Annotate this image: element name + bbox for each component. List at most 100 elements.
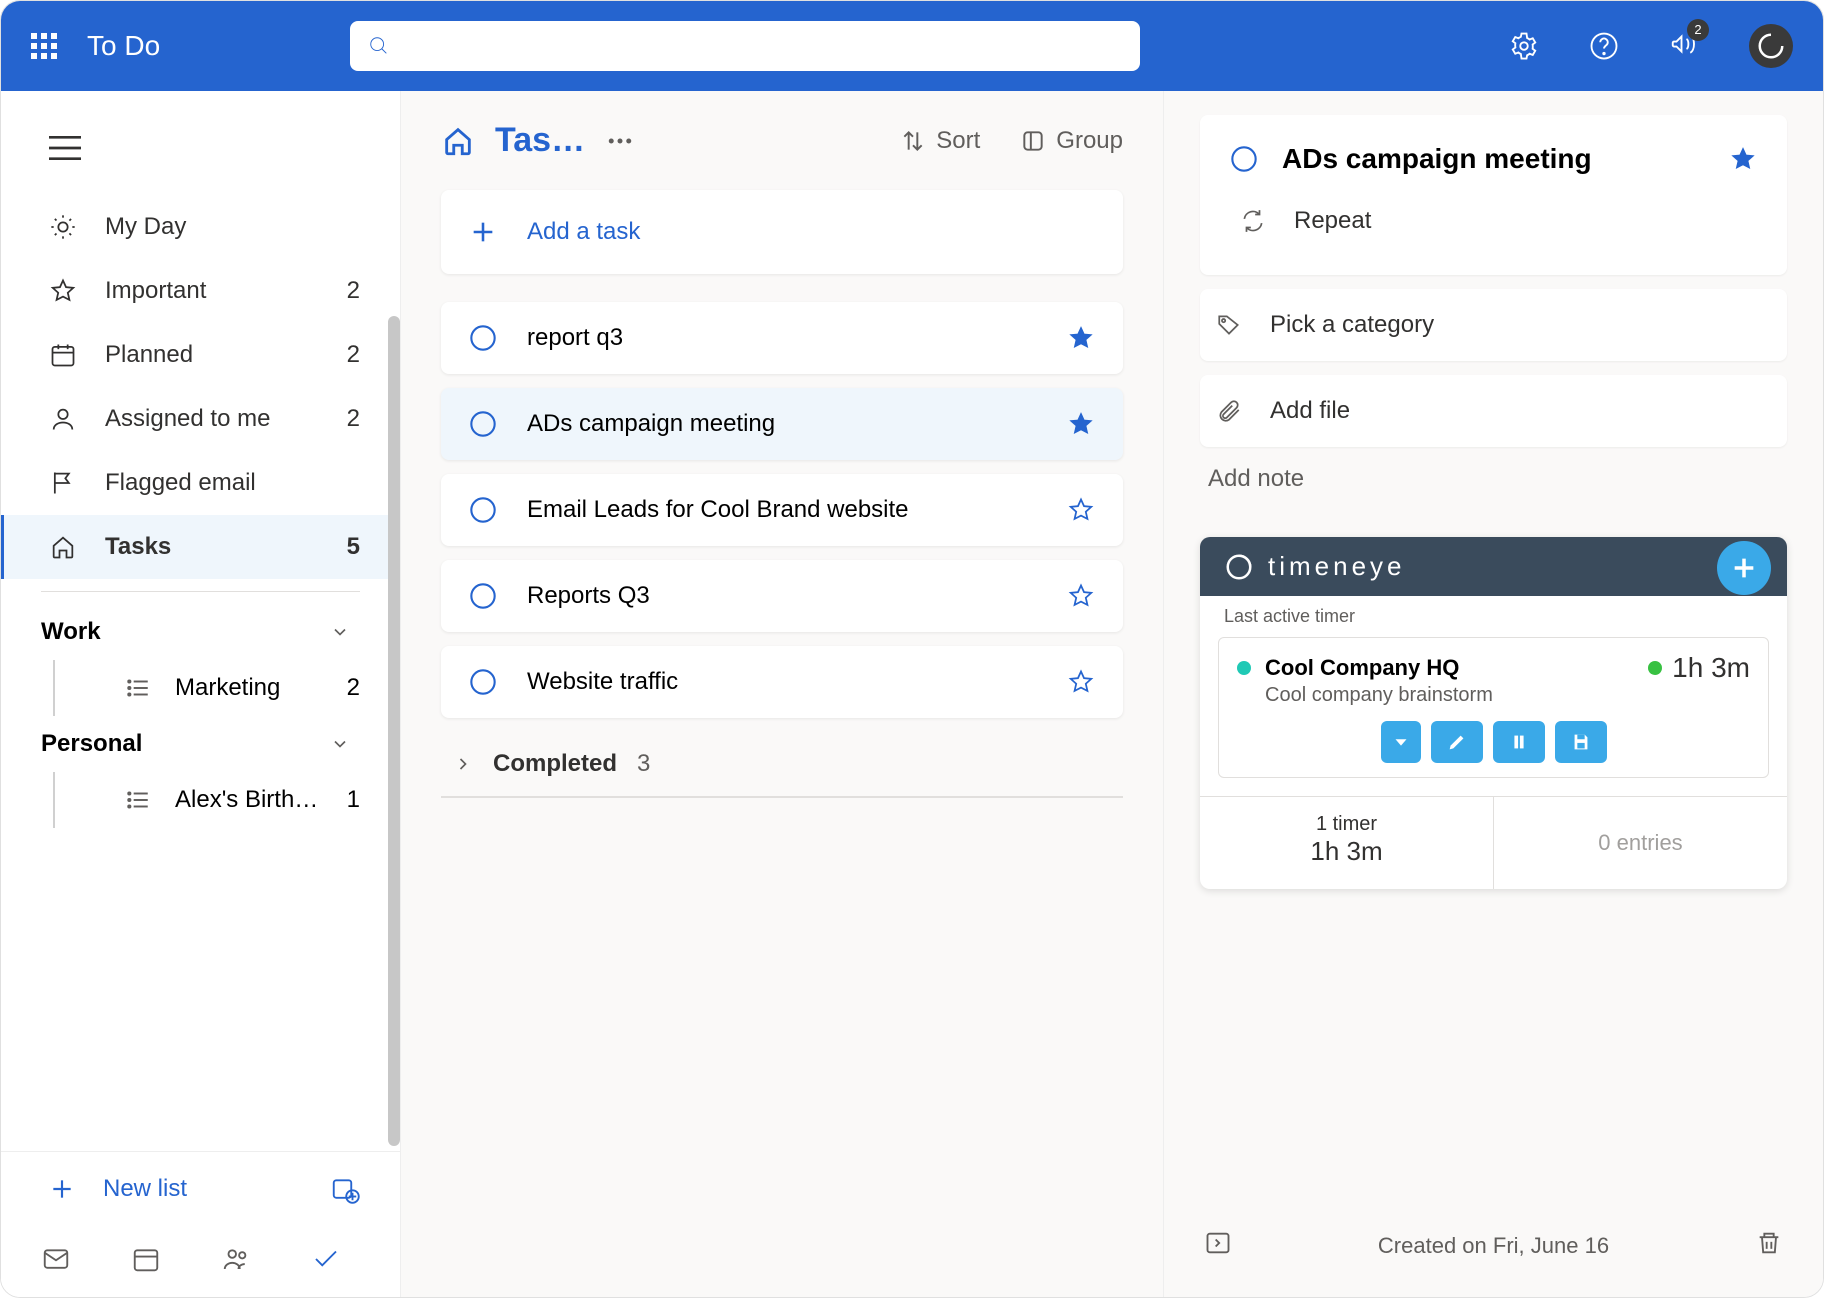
timeneye-edit-button[interactable] — [1431, 721, 1483, 763]
flag-icon — [49, 469, 77, 497]
sidebar-group-work[interactable]: Work — [1, 604, 400, 660]
menu-toggle[interactable] — [1, 111, 400, 195]
running-indicator-dot — [1648, 661, 1662, 675]
task-card[interactable]: ADs campaign meeting — [441, 388, 1123, 460]
new-group-icon[interactable] — [330, 1174, 360, 1204]
task-card[interactable]: Reports Q3 — [441, 560, 1123, 632]
sidebar-item-planned[interactable]: Planned 2 — [1, 323, 400, 387]
complete-checkbox[interactable] — [469, 324, 497, 352]
notification-badge: 2 — [1687, 19, 1709, 41]
mail-icon[interactable] — [41, 1244, 71, 1279]
complete-checkbox[interactable] — [469, 496, 497, 524]
megaphone-button[interactable]: 2 — [1669, 29, 1699, 64]
timeneye-add-button[interactable] — [1717, 541, 1771, 595]
gear-icon[interactable] — [1509, 31, 1539, 61]
sidebar-list-marketing[interactable]: Marketing 2 — [53, 660, 400, 716]
chevron-down-icon — [330, 622, 350, 642]
sidebar-item-label: Assigned to me — [105, 405, 270, 433]
category-option[interactable]: Pick a category — [1200, 289, 1787, 361]
divider — [441, 796, 1123, 798]
add-note-field[interactable]: Add note — [1200, 461, 1787, 523]
list-icon — [125, 675, 151, 701]
repeat-option[interactable]: Repeat — [1224, 185, 1763, 257]
timeneye-header: timeneye — [1200, 537, 1787, 596]
search-icon — [368, 35, 390, 57]
sidebar-item-label: Planned — [105, 341, 193, 369]
sidebar-item-label: Tasks — [105, 533, 171, 561]
timeneye-dropdown-button[interactable] — [1381, 721, 1421, 763]
app-header: To Do 2 — [1, 1, 1823, 91]
todo-icon[interactable] — [311, 1244, 341, 1279]
repeat-icon — [1240, 208, 1266, 234]
group-icon — [1020, 128, 1046, 154]
sun-icon — [49, 213, 77, 241]
avatar-spinner-icon — [1756, 31, 1786, 61]
task-title: report q3 — [527, 324, 1037, 352]
new-list-button[interactable]: New list — [1, 1152, 400, 1226]
tag-icon — [1216, 312, 1242, 338]
hide-detail-button[interactable] — [1204, 1229, 1232, 1263]
task-title: Reports Q3 — [527, 582, 1037, 610]
plus-icon — [469, 218, 497, 246]
divider — [41, 591, 360, 592]
sidebar-item-assigned[interactable]: Assigned to me 2 — [1, 387, 400, 451]
task-card[interactable]: Email Leads for Cool Brand website — [441, 474, 1123, 546]
star-toggle[interactable] — [1729, 145, 1757, 173]
client-color-dot — [1237, 661, 1251, 675]
list-title[interactable]: Tas… — [495, 121, 585, 160]
app-launcher-icon[interactable] — [31, 33, 57, 59]
sort-button[interactable]: Sort — [900, 127, 980, 155]
sidebar-list-alex-birthday[interactable]: Alex's Birth… 1 — [53, 772, 400, 828]
group-button[interactable]: Group — [1020, 127, 1123, 155]
timeneye-pause-button[interactable] — [1493, 721, 1545, 763]
complete-checkbox[interactable] — [1230, 145, 1258, 173]
timeneye-save-button[interactable] — [1555, 721, 1607, 763]
search-box[interactable] — [350, 21, 1140, 71]
detail-title[interactable]: ADs campaign meeting — [1282, 143, 1705, 175]
home-icon — [49, 533, 77, 561]
help-icon[interactable] — [1589, 31, 1619, 61]
complete-checkbox[interactable] — [469, 582, 497, 610]
timeneye-timers-summary[interactable]: 1 timer 1h 3m — [1200, 797, 1494, 889]
home-icon — [441, 124, 475, 158]
timeneye-entries-summary[interactable]: 0 entries — [1494, 797, 1787, 889]
star-toggle[interactable] — [1067, 496, 1095, 524]
star-icon — [49, 277, 77, 305]
completed-section-toggle[interactable]: Completed 3 — [441, 732, 1123, 796]
more-options-icon[interactable] — [605, 126, 635, 156]
add-task-input[interactable]: Add a task — [441, 190, 1123, 274]
sidebar-item-important[interactable]: Important 2 — [1, 259, 400, 323]
complete-checkbox[interactable] — [469, 410, 497, 438]
sidebar: My Day Important 2 Planned 2 Assigned to… — [1, 91, 401, 1297]
add-file-option[interactable]: Add file — [1200, 375, 1787, 447]
star-toggle[interactable] — [1067, 668, 1095, 696]
task-card[interactable]: report q3 — [441, 302, 1123, 374]
star-toggle[interactable] — [1067, 324, 1095, 352]
created-date: Created on Fri, June 16 — [1378, 1233, 1609, 1259]
people-icon[interactable] — [221, 1244, 251, 1279]
plus-icon — [49, 1176, 75, 1202]
star-toggle[interactable] — [1067, 582, 1095, 610]
sidebar-item-my-day[interactable]: My Day — [1, 195, 400, 259]
sidebar-item-flagged[interactable]: Flagged email — [1, 451, 400, 515]
sort-icon — [900, 128, 926, 154]
star-toggle[interactable] — [1067, 410, 1095, 438]
attachment-icon — [1216, 398, 1242, 424]
person-icon — [49, 405, 77, 433]
timeneye-subheader: Last active timer — [1200, 596, 1787, 637]
task-card[interactable]: Website traffic — [441, 646, 1123, 718]
timeneye-widget: timeneye Last active timer Cool Company … — [1200, 537, 1787, 889]
search-input[interactable] — [402, 35, 1122, 58]
complete-checkbox[interactable] — [469, 668, 497, 696]
sidebar-item-tasks[interactable]: Tasks 5 — [1, 515, 400, 579]
delete-task-button[interactable] — [1755, 1229, 1783, 1263]
account-avatar[interactable] — [1749, 24, 1793, 68]
calendar-icon[interactable] — [131, 1244, 161, 1279]
scrollbar-thumb[interactable] — [388, 316, 400, 1146]
app-title: To Do — [87, 30, 160, 62]
timeneye-timer-card[interactable]: Cool Company HQ 1h 3m Cool company brain… — [1218, 637, 1769, 778]
task-list-pane: Tas… Sort Group Add a task report — [401, 91, 1163, 1297]
sidebar-group-personal[interactable]: Personal — [1, 716, 400, 772]
task-title: ADs campaign meeting — [527, 410, 1037, 438]
timeneye-logo-icon — [1224, 552, 1254, 582]
